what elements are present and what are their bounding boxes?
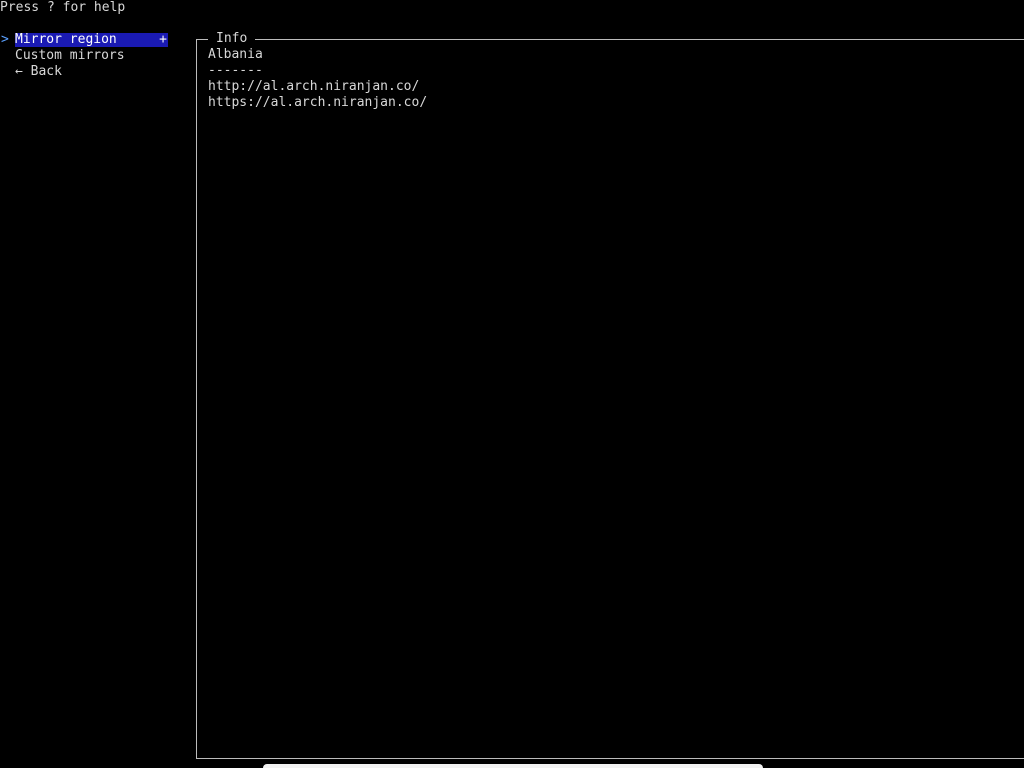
- mirror-url: http://al.arch.niranjan.co/: [208, 79, 420, 94]
- bottom-overlay-bar: [263, 764, 763, 768]
- menu-item-back[interactable]: ← Back: [0, 64, 168, 80]
- info-panel: [196, 39, 1024, 759]
- info-panel-title: Info: [208, 31, 256, 47]
- separator-line: -------: [208, 63, 263, 78]
- selection-cursor-icon: >: [1, 32, 9, 47]
- menu-item-label: Mirror region: [15, 32, 117, 47]
- region-name: Albania: [208, 47, 263, 62]
- menu-item-label: ← Back: [15, 64, 62, 79]
- mirror-url: https://al.arch.niranjan.co/: [208, 95, 428, 110]
- menu-item-marker: +: [159, 32, 167, 47]
- info-panel-content: Albania ------- http://al.arch.niranjan.…: [208, 47, 427, 111]
- menu-item-mirror-region[interactable]: > Mirror region +: [0, 32, 168, 48]
- help-hint: Press ? for help: [0, 0, 126, 15]
- menu-item-custom-mirrors[interactable]: Custom mirrors: [0, 48, 168, 64]
- menu-item-label: Custom mirrors: [15, 48, 125, 63]
